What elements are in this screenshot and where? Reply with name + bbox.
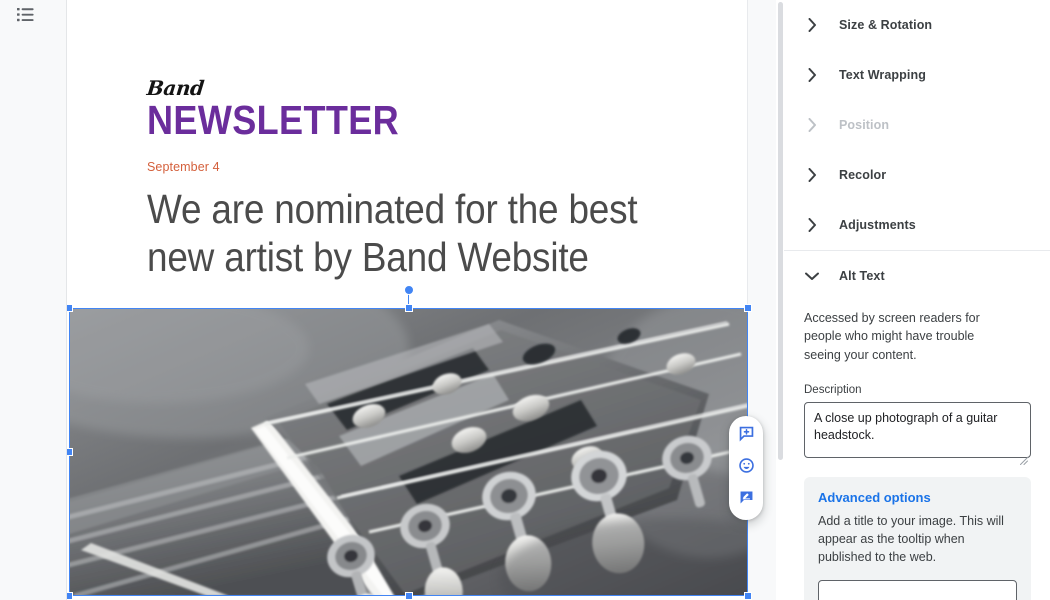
suggest-edit-button[interactable] [731, 485, 761, 515]
panel-section-label: Alt Text [839, 269, 885, 283]
document-canvas[interactable]: Band NEWSLETTER September 4 We are nomin… [67, 0, 767, 600]
chevron-right-icon [804, 17, 820, 33]
selected-image-container[interactable] [67, 285, 752, 600]
panel-section-label: Size & Rotation [839, 18, 933, 32]
guitar-headstock-photo[interactable] [69, 308, 748, 596]
chevron-right-icon [804, 167, 820, 183]
article-headline[interactable]: We are nominated for the best new artist… [147, 185, 638, 282]
masthead-title: NEWSLETTER [147, 97, 400, 143]
add-comment-button[interactable] [731, 421, 761, 451]
chevron-right-icon [804, 117, 820, 133]
panel-section-label: Recolor [839, 168, 887, 182]
alt-text-help-text: Accessed by screen readers for people wh… [804, 311, 980, 362]
resize-handle-bottom-center[interactable] [404, 592, 413, 600]
description-field-label: Description [804, 383, 862, 396]
advanced-options-link[interactable]: Advanced options [818, 490, 1017, 505]
panel-section-size-and-rotation[interactable]: Size & Rotation [784, 0, 1050, 50]
panel-section-label: Text Wrapping [839, 68, 926, 82]
resize-handle-bottom-left[interactable] [67, 592, 73, 600]
panel-section-position: Position [784, 100, 1050, 150]
add-emoji-reaction-button[interactable] [731, 453, 761, 483]
chevron-down-icon [804, 268, 820, 284]
panel-section-label: Adjustments [839, 218, 916, 232]
rotate-handle[interactable] [403, 285, 414, 295]
panel-section-text-wrapping[interactable]: Text Wrapping [784, 50, 1050, 100]
floating-comment-toolbar [729, 416, 763, 520]
panel-section-recolor[interactable]: Recolor [784, 150, 1050, 200]
panel-section-alt-text[interactable]: Alt Text [784, 251, 1050, 301]
chevron-right-icon [804, 67, 820, 83]
panel-section-adjustments[interactable]: Adjustments [784, 200, 1050, 250]
resize-handle-top-left[interactable] [67, 304, 73, 312]
panel-section-label: Position [839, 118, 890, 132]
image-options-panel: Size & Rotation Text Wrapping Position R… [784, 0, 1050, 600]
document-outline-rail [0, 0, 67, 600]
document-outline-toggle-button[interactable] [10, 2, 40, 32]
resize-handle-middle-left[interactable] [67, 448, 73, 456]
advanced-options-card: Advanced options Add a title to your ima… [804, 476, 1031, 600]
panel-scrollbar-thumb[interactable] [777, 2, 783, 460]
newsletter-masthead: Band NEWSLETTER September 4 [145, 76, 433, 174]
add-comment-icon [738, 425, 755, 447]
advanced-options-help-text: Add a title to your image. This will app… [818, 513, 1004, 565]
alt-text-section-body: Accessed by screen readers for people wh… [784, 301, 1050, 600]
image-title-input[interactable] [818, 579, 1017, 600]
document-editor-window: Band NEWSLETTER September 4 We are nomin… [0, 0, 1050, 600]
panel-scrollbar-track[interactable] [776, 0, 784, 600]
alt-text-description-input[interactable] [804, 401, 1031, 458]
add-emoji-reaction-icon [738, 457, 755, 479]
resize-handle-bottom-right[interactable] [744, 592, 752, 600]
newsletter-date: September 4 [147, 159, 220, 174]
resize-handle-top-right[interactable] [744, 304, 752, 312]
masthead-script-word: Band [145, 76, 206, 100]
suggest-edit-icon [738, 489, 755, 511]
document-outline-icon [16, 7, 34, 27]
resize-handle-top-center[interactable] [404, 304, 413, 312]
chevron-right-icon [804, 217, 820, 233]
